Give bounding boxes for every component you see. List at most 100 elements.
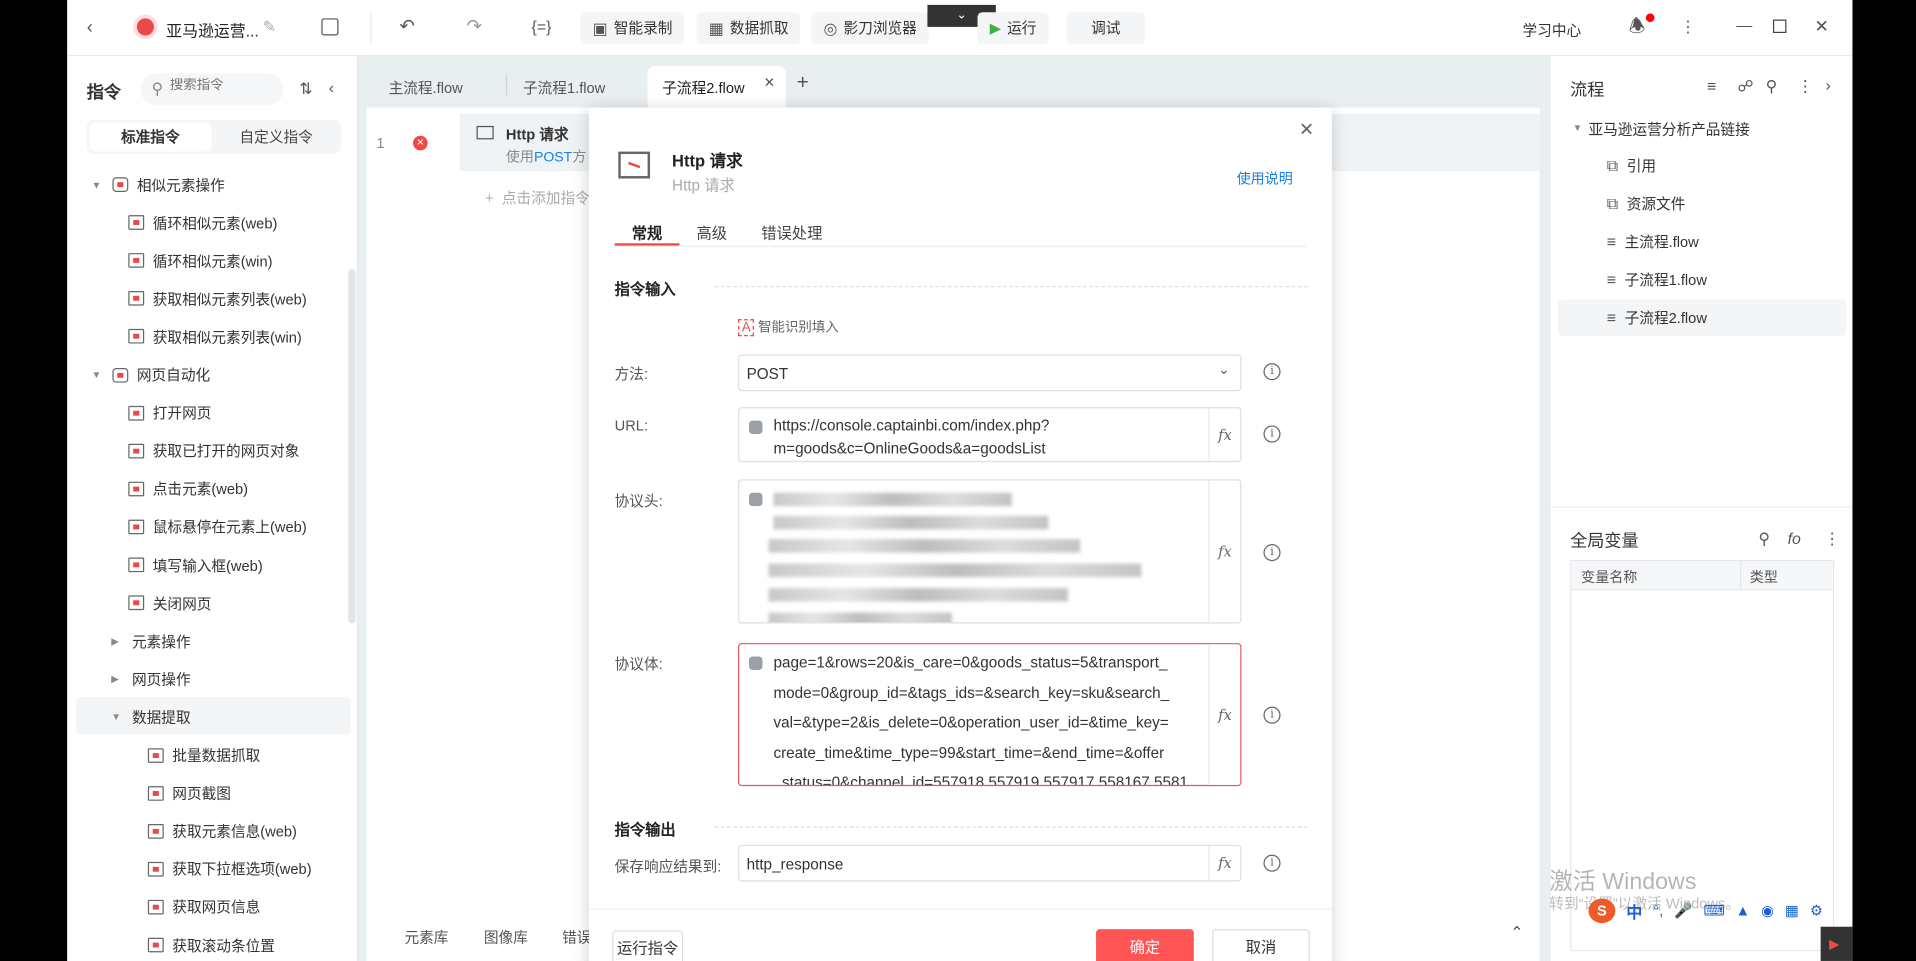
project-root[interactable]: 亚马逊运营分析产品链接 xyxy=(1588,119,1749,140)
close-dialog-icon[interactable]: ✕ xyxy=(1299,121,1314,139)
command-tree-item[interactable]: ▼ 数据提取 xyxy=(111,705,190,729)
add-module-icon[interactable]: ☍ xyxy=(1738,78,1754,94)
command-tree-item[interactable]: 获取元素信息(web) xyxy=(147,819,297,843)
command-tree-item[interactable]: 网页截图 xyxy=(147,781,231,805)
data-scrape-button[interactable]: ▦ 数据抓取 xyxy=(696,12,801,45)
more-icon[interactable]: ⋮ xyxy=(1680,18,1696,34)
command-tree-item[interactable]: 点击元素(web) xyxy=(128,477,248,501)
browser-button[interactable]: ◎ 影刀浏览器 xyxy=(811,12,930,45)
info-icon[interactable]: i xyxy=(1263,854,1281,872)
caret-down-icon[interactable]: ▼ xyxy=(1573,122,1585,133)
keyboard-icon[interactable]: ⌨ xyxy=(1703,902,1724,919)
command-tree-item[interactable]: 循环相似元素(win) xyxy=(128,248,272,272)
flow-tree-item[interactable]: ≡ 主流程.flow xyxy=(1607,229,1699,253)
more-icon[interactable]: ⋮ xyxy=(1797,78,1813,94)
tab-errors[interactable]: 错误 xyxy=(562,927,591,948)
command-tree-item[interactable]: 获取下拉框选项(web) xyxy=(147,857,312,881)
bell-icon[interactable]: 🕭 xyxy=(1629,17,1645,35)
fx-icon[interactable]: fx xyxy=(1208,408,1240,461)
redo-icon[interactable]: ↷ xyxy=(467,17,482,35)
run-command-button[interactable]: 运行指令 xyxy=(612,930,684,961)
learning-center-link[interactable]: 学习中心 xyxy=(1522,20,1581,41)
command-tree-item[interactable]: 循环相似元素(web) xyxy=(128,210,277,234)
project-name[interactable]: 亚马逊运营... xyxy=(166,18,259,41)
help-link[interactable]: 使用说明 xyxy=(1237,169,1293,189)
close-tab-icon[interactable]: ✕ xyxy=(764,76,775,90)
undo-icon[interactable]: ↶ xyxy=(400,17,415,35)
command-tree-item[interactable]: ▼ 相似元素操作 xyxy=(92,172,225,196)
settings-icon[interactable]: ⚙ xyxy=(1810,902,1823,919)
run-button[interactable]: ▶ 运行 xyxy=(977,12,1049,45)
confirm-button[interactable]: 确定 xyxy=(1096,929,1194,961)
command-tree-item[interactable]: 批量数据抓取 xyxy=(147,743,260,767)
sort-icon[interactable]: ⇅ xyxy=(299,81,312,97)
command-tree-item[interactable]: 获取相似元素列表(win) xyxy=(128,324,302,348)
search-icon[interactable]: ⚲ xyxy=(1766,78,1778,94)
debug-button[interactable]: 调试 xyxy=(1066,12,1145,45)
fx-icon[interactable]: fx xyxy=(1208,644,1241,785)
flow-tree-item[interactable]: ≡ 子流程2.flow xyxy=(1607,305,1707,329)
command-tree-item[interactable]: 鼠标悬停在元素上(web) xyxy=(128,515,307,539)
sogou-icon[interactable]: S xyxy=(1588,898,1616,924)
more-icon[interactable]: ⋮ xyxy=(1824,531,1840,547)
search-input[interactable] xyxy=(169,78,278,93)
command-tree-item[interactable]: 获取滚动条位置 xyxy=(147,933,275,957)
edit-icon[interactable]: ✎ xyxy=(263,18,276,34)
command-tree-item[interactable]: ▼ 网页自动化 xyxy=(92,363,211,387)
maximize-icon[interactable] xyxy=(1772,19,1787,34)
smart-record-button[interactable]: ▣ 智能录制 xyxy=(580,12,685,45)
add-tab-icon[interactable]: + xyxy=(797,71,809,95)
ime-language[interactable]: 中 xyxy=(1626,899,1642,922)
back-icon[interactable]: ‹ xyxy=(87,18,93,36)
command-tree-item[interactable]: 获取已打开的网页对象 xyxy=(128,439,299,463)
close-window-icon[interactable]: ✕ xyxy=(1815,17,1829,34)
add-flow-icon[interactable]: ≡ xyxy=(1707,78,1716,94)
ime-toolbar[interactable]: S 中 °, 🎤 ⌨ ▲ ◉ ▦ ⚙ xyxy=(1576,896,1852,925)
info-icon[interactable]: i xyxy=(1263,544,1281,562)
method-select[interactable]: POST ⌄ xyxy=(738,354,1242,392)
tab-general[interactable]: 常规 xyxy=(632,220,663,243)
search-icon[interactable]: ⚲ xyxy=(1758,531,1770,547)
skin-icon[interactable]: ▲ xyxy=(1736,902,1751,919)
command-search[interactable]: ⚲ xyxy=(140,73,284,106)
info-icon[interactable]: i xyxy=(1263,363,1281,381)
collapse-right-icon[interactable]: › xyxy=(1826,77,1831,93)
microphone-icon[interactable]: 🎤 xyxy=(1674,902,1692,919)
command-tree-item[interactable]: ▶ 网页操作 xyxy=(111,667,190,691)
flow-tree-item[interactable]: ⧉ 引用 xyxy=(1607,153,1656,177)
smart-fill-button[interactable]: A 智能识别填入 xyxy=(738,317,839,337)
command-tree-item[interactable]: 获取相似元素列表(web) xyxy=(128,286,307,310)
tab-element-library[interactable]: 元素库 xyxy=(404,927,448,948)
command-tree-item[interactable]: ▶ 元素操作 xyxy=(111,629,190,653)
info-icon[interactable]: i xyxy=(1263,706,1281,724)
headers-input[interactable]: fx xyxy=(738,479,1242,624)
punctuation-icon[interactable]: °, xyxy=(1653,902,1663,919)
body-input[interactable]: page=1&rows=20&is_care=0&goods_status=5&… xyxy=(738,643,1242,787)
collapse-panel-icon[interactable]: ‹ xyxy=(329,79,334,95)
tab-error-handling[interactable]: 错误处理 xyxy=(761,220,822,243)
add-command-link[interactable]: + 点击添加指令 xyxy=(485,187,590,208)
tab-subflow-1[interactable]: 子流程1.flow xyxy=(523,77,605,98)
scrollbar[interactable] xyxy=(348,268,356,624)
tab-main-flow[interactable]: 主流程.flow xyxy=(389,77,463,98)
tab-standard[interactable]: 标准指令 xyxy=(89,122,212,152)
flow-tree-item[interactable]: ⧉ 资源文件 xyxy=(1607,191,1686,215)
minimize-icon[interactable]: — xyxy=(1736,17,1752,33)
save-result-input[interactable]: http_response fx xyxy=(738,844,1242,882)
tab-subflow-2[interactable]: 子流程2.flow ✕ xyxy=(647,66,786,108)
command-tree-item[interactable]: 填写输入框(web) xyxy=(128,553,263,577)
fx-icon[interactable]: fx xyxy=(1208,480,1240,623)
command-tree-item[interactable]: 打开网页 xyxy=(128,401,211,425)
save-icon[interactable] xyxy=(321,18,339,36)
url-input[interactable]: https://console.captainbi.com/index.php?… xyxy=(738,407,1242,463)
taskbar-app-icon[interactable]: ▶ xyxy=(1820,926,1853,961)
info-icon[interactable]: i xyxy=(1263,425,1281,443)
command-tree-item[interactable]: 获取网页信息 xyxy=(147,895,260,919)
cancel-button[interactable]: 取消 xyxy=(1212,929,1310,961)
variable-icon[interactable]: {=} xyxy=(532,18,552,34)
apps-icon[interactable]: ▦ xyxy=(1785,902,1799,919)
fx-icon[interactable]: fx xyxy=(1208,846,1240,881)
flow-tree-item[interactable]: ≡ 子流程1.flow xyxy=(1607,267,1707,291)
add-variable-icon[interactable]: fo xyxy=(1788,531,1801,547)
tab-image-library[interactable]: 图像库 xyxy=(484,927,528,948)
